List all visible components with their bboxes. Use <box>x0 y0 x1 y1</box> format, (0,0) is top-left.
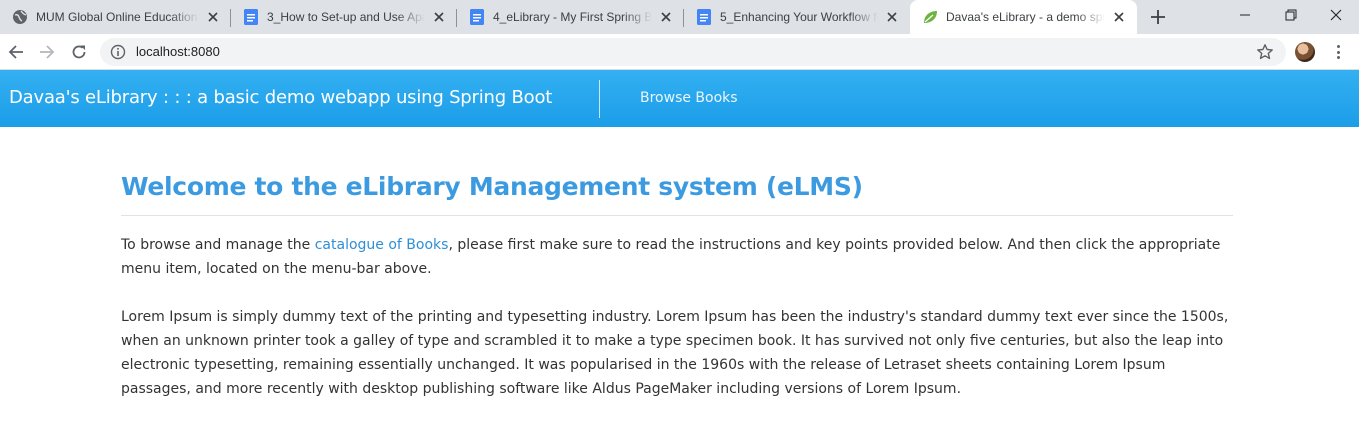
google-docs-icon <box>469 9 485 25</box>
browser-tab[interactable]: 4_eLibrary - My First Spring Boot <box>457 0 684 34</box>
reload-icon[interactable] <box>68 41 90 63</box>
tab-title: 3_How to Set-up and Use Apache <box>267 10 425 24</box>
browser-tab-active[interactable]: Davaa's eLibrary - a demo spring <box>910 0 1137 34</box>
back-arrow-icon[interactable] <box>5 41 27 63</box>
close-tab-icon[interactable] <box>431 9 447 25</box>
nav-link-browse-books[interactable]: Browse Books <box>640 90 738 106</box>
page-title: Welcome to the eLibrary Management syste… <box>121 172 863 201</box>
url-text[interactable]: localhost:8080 <box>136 44 220 59</box>
main-content: Welcome to the eLibrary Management syste… <box>121 170 1233 397</box>
navbar-divider <box>599 80 600 118</box>
close-tab-icon[interactable] <box>1111 9 1127 25</box>
tab-title: MUM Global Online Education <box>36 10 198 24</box>
intro-text-before: To browse and manage the <box>121 237 315 253</box>
new-tab-icon[interactable] <box>1148 7 1168 27</box>
tab-title: 4_eLibrary - My First Spring Boot <box>493 10 652 24</box>
close-tab-icon[interactable] <box>205 9 221 25</box>
tab-title: 5_Enhancing Your Workflow for <box>720 10 878 24</box>
app-navbar: Davaa's eLibrary : : : a basic demo weba… <box>0 70 1359 127</box>
heading-divider <box>121 215 1233 216</box>
minimize-icon[interactable] <box>1222 0 1268 30</box>
profile-avatar[interactable] <box>1295 42 1315 62</box>
browser-tab[interactable]: MUM Global Online Education <box>0 0 231 34</box>
address-bar[interactable]: localhost:8080 <box>100 38 1286 66</box>
browser-toolbar: localhost:8080 <box>0 34 1359 70</box>
browser-tab[interactable]: 5_Enhancing Your Workflow for <box>684 0 910 34</box>
forward-arrow-icon[interactable] <box>36 41 58 63</box>
tab-title: Davaa's eLibrary - a demo spring <box>946 10 1105 24</box>
catalogue-link[interactable]: catalogue of Books <box>315 237 449 253</box>
spring-leaf-icon <box>922 9 938 25</box>
restore-window-icon[interactable] <box>1268 0 1314 30</box>
google-docs-icon <box>243 9 259 25</box>
navbar-brand[interactable]: Davaa's eLibrary : : : a basic demo weba… <box>9 87 552 108</box>
globe-icon <box>12 9 28 25</box>
browser-tab-strip: MUM Global Online Education 3_How to Set… <box>0 0 1359 34</box>
bookmark-star-icon[interactable] <box>1256 43 1274 61</box>
close-window-icon[interactable] <box>1313 0 1359 30</box>
close-tab-icon[interactable] <box>658 9 674 25</box>
site-info-icon[interactable] <box>110 44 126 60</box>
close-tab-icon[interactable] <box>884 9 900 25</box>
lorem-paragraph: Lorem Ipsum is simply dummy text of the … <box>121 309 1229 397</box>
google-docs-icon <box>696 9 712 25</box>
browser-menu-icon[interactable] <box>1330 43 1346 61</box>
browser-tab[interactable]: 3_How to Set-up and Use Apache <box>231 0 457 34</box>
intro-paragraph: To browse and manage the catalogue of Bo… <box>121 233 1233 281</box>
